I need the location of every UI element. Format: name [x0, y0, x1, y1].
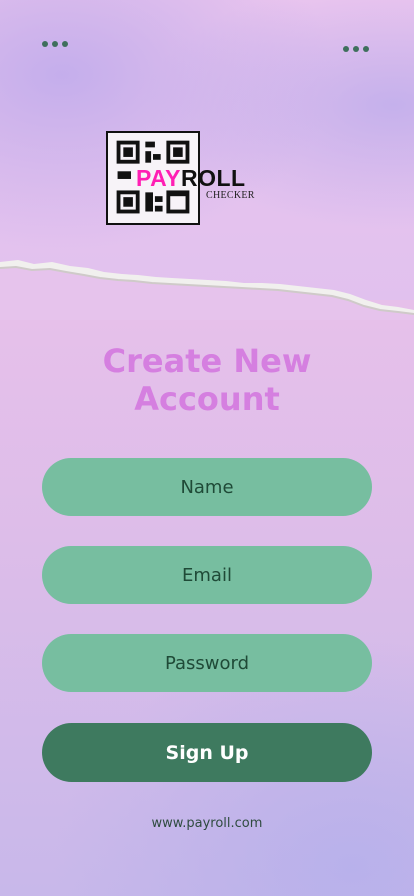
page-title: Create New Account: [0, 342, 414, 418]
page-title-line2: Account: [134, 380, 280, 418]
page-title-line1: Create New: [102, 342, 312, 380]
email-field[interactable]: Email: [42, 546, 372, 604]
logo-roll-text: ROLL: [180, 165, 246, 191]
torn-paper-divider: [0, 260, 414, 320]
logo-pay-text: PAY: [136, 165, 181, 191]
password-field[interactable]: Password: [42, 634, 372, 692]
more-dots-icon-left[interactable]: [42, 41, 68, 47]
payroll-checker-logo: PAYROLL CHECKER: [106, 131, 286, 227]
logo-wordmark: PAYROLL: [136, 165, 246, 192]
logo-subtitle: CHECKER: [206, 190, 255, 201]
more-dots-icon-right[interactable]: [343, 46, 369, 52]
name-field[interactable]: Name: [42, 458, 372, 516]
website-link[interactable]: www.payroll.com: [0, 816, 414, 831]
sign-up-button[interactable]: Sign Up: [42, 723, 372, 782]
